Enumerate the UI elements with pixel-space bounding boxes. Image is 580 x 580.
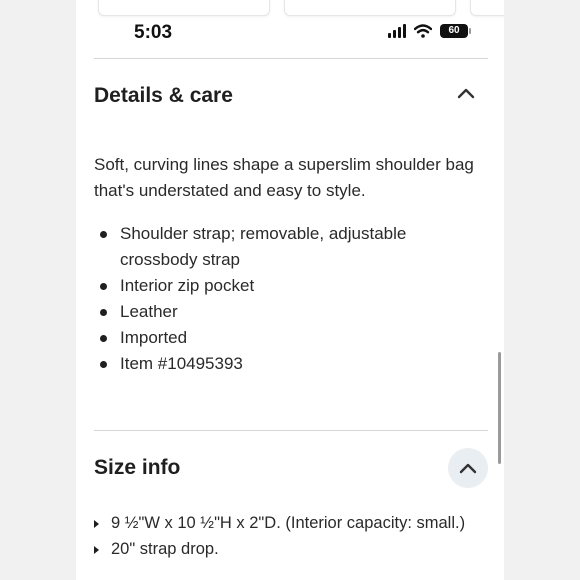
list-item: Shoulder strap; removable, adjustable cr… bbox=[94, 221, 484, 273]
chevron-up-icon[interactable] bbox=[456, 86, 476, 100]
list-item-text: Interior zip pocket bbox=[120, 276, 255, 295]
bullet-dot bbox=[100, 309, 107, 316]
bullet-dot bbox=[100, 335, 107, 342]
carousel-cards-edge bbox=[76, 0, 504, 16]
status-bar: 5:03 60 bbox=[76, 18, 504, 46]
list-item: 20" strap drop. bbox=[94, 536, 494, 562]
list-item-text: Imported bbox=[120, 328, 188, 347]
section-divider bbox=[94, 430, 488, 431]
battery-icon: 60 bbox=[440, 24, 471, 38]
bullet-triangle bbox=[94, 520, 99, 528]
details-bullet-list: Shoulder strap; removable, adjustable cr… bbox=[94, 221, 484, 377]
size-info-toggle-button[interactable] bbox=[448, 448, 488, 488]
bullet-triangle bbox=[94, 546, 99, 554]
scrollbar[interactable] bbox=[498, 352, 501, 464]
product-description: Soft, curving lines shape a superslim sh… bbox=[94, 155, 474, 200]
status-time: 5:03 bbox=[134, 22, 173, 43]
size-info-heading[interactable]: Size info bbox=[94, 456, 180, 480]
carousel-card[interactable] bbox=[98, 0, 270, 16]
list-item-text: Shoulder strap; removable, adjustable cr… bbox=[120, 224, 407, 269]
details-care-heading[interactable]: Details & care bbox=[94, 84, 233, 108]
carousel-card[interactable] bbox=[470, 0, 504, 16]
chevron-up-icon bbox=[459, 463, 477, 474]
carousel-card[interactable] bbox=[284, 0, 456, 16]
cellular-signal-icon bbox=[388, 24, 406, 38]
wifi-icon bbox=[414, 24, 432, 38]
bullet-dot bbox=[100, 283, 107, 290]
list-item: Interior zip pocket bbox=[94, 273, 484, 299]
list-item-text: Leather bbox=[120, 302, 178, 321]
list-item: Item #10495393 bbox=[94, 351, 484, 377]
list-item-text: Item #10495393 bbox=[120, 354, 243, 373]
list-item-text: 9 ½"W x 10 ½"H x 2"D. (Interior capacity… bbox=[111, 514, 466, 532]
bullet-dot bbox=[100, 231, 107, 238]
status-icons: 60 bbox=[388, 24, 471, 38]
list-item-text: 20" strap drop. bbox=[111, 540, 219, 558]
size-info-list: 9 ½"W x 10 ½"H x 2"D. (Interior capacity… bbox=[94, 510, 494, 562]
bullet-dot bbox=[100, 361, 107, 368]
battery-level: 60 bbox=[448, 25, 460, 36]
section-divider bbox=[94, 58, 488, 59]
list-item: Leather bbox=[94, 299, 484, 325]
product-details-screen: 5:03 60 Details & care Soft, curving lin… bbox=[76, 0, 504, 580]
list-item: Imported bbox=[94, 325, 484, 351]
list-item: 9 ½"W x 10 ½"H x 2"D. (Interior capacity… bbox=[94, 510, 494, 536]
